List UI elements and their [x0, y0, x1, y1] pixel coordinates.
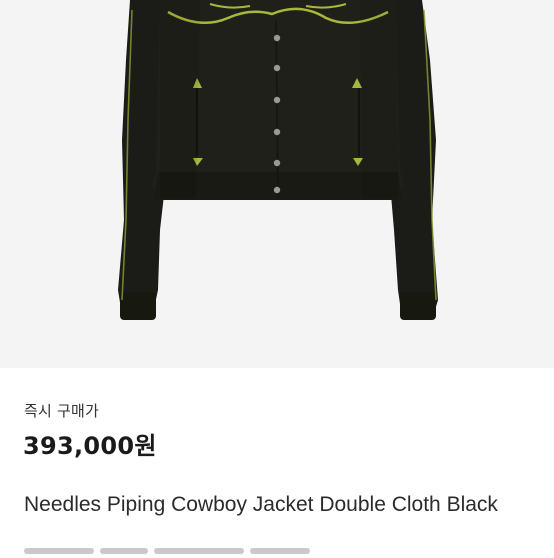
- product-info: 즉시 구매가 393,000원 Needles Piping Cowboy Ja…: [0, 368, 554, 554]
- product-image[interactable]: [0, 0, 554, 368]
- purchase-type-label: 즉시 구매가: [24, 402, 99, 420]
- product-title[interactable]: Needles Piping Cowboy Jacket Double Clot…: [24, 490, 524, 520]
- price: 393,000원: [23, 432, 157, 460]
- cropped-subtext: [24, 548, 354, 558]
- right-cuff: [400, 292, 436, 320]
- jacket-photo: [118, 0, 438, 320]
- left-cuff: [120, 292, 156, 320]
